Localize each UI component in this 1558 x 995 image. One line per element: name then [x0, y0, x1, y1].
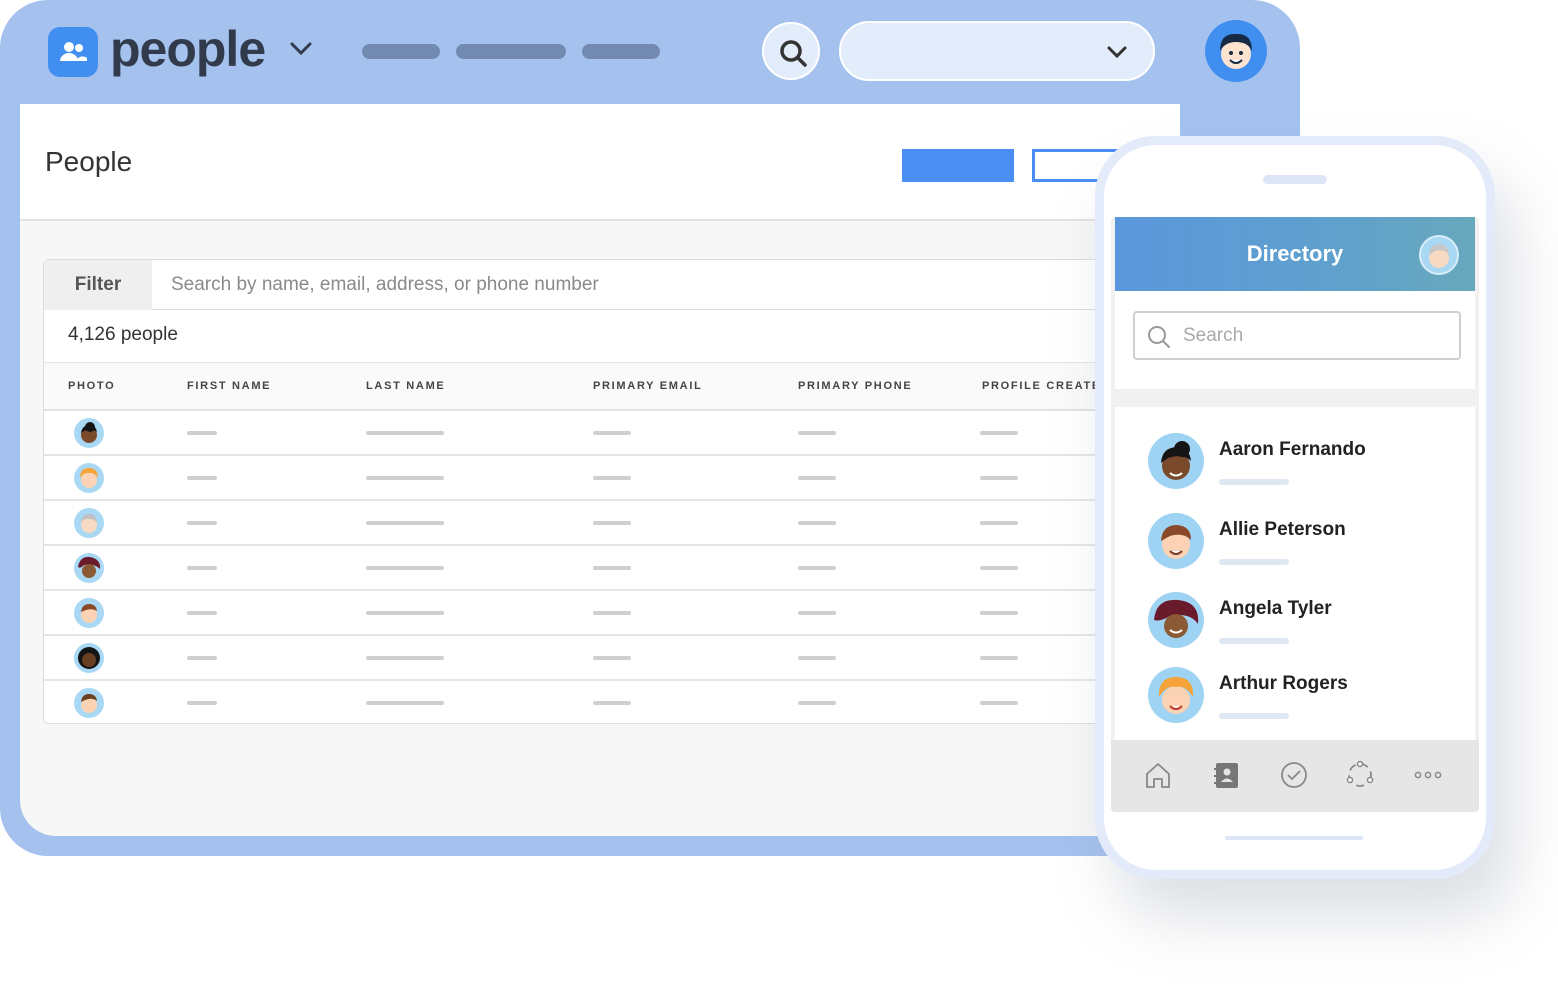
table-header: PHOTO FIRST NAME LAST NAME PRIMARY EMAIL…: [44, 362, 1154, 411]
contact-detail-placeholder: [1219, 638, 1289, 644]
avatar: [74, 508, 104, 538]
home-icon[interactable]: [1143, 760, 1173, 790]
app-name[interactable]: people: [110, 20, 266, 78]
avatar: [74, 553, 104, 583]
contact-name: Allie Peterson: [1219, 519, 1346, 540]
groups-icon[interactable]: [1345, 760, 1375, 790]
avatar: [74, 418, 104, 448]
avatar[interactable]: [1419, 235, 1459, 275]
table-row[interactable]: [44, 410, 1154, 456]
list-item[interactable]: Allie Peterson: [1115, 513, 1475, 583]
contact-name: Arthur Rogers: [1219, 673, 1348, 694]
check-icon[interactable]: [1279, 760, 1309, 790]
phone-frame: Directory Search Aaron Fernando Allie Pe…: [1095, 136, 1495, 879]
org-select[interactable]: [839, 21, 1155, 81]
mobile-search-area: [1115, 291, 1475, 389]
phone-home-indicator: [1225, 836, 1363, 840]
column-header-first-name[interactable]: FIRST NAME: [187, 380, 271, 392]
mobile-search-input[interactable]: [1181, 321, 1445, 351]
avatar: [74, 463, 104, 493]
avatar: [74, 598, 104, 628]
search-input[interactable]: [152, 260, 1154, 310]
contact-detail-placeholder: [1219, 713, 1289, 719]
list-item[interactable]: Angela Tyler: [1115, 592, 1475, 662]
primary-action-button[interactable]: [902, 149, 1014, 182]
mobile-search-field[interactable]: [1133, 311, 1461, 360]
table-row[interactable]: [44, 680, 1154, 724]
search-button[interactable]: [762, 22, 820, 80]
more-icon[interactable]: [1413, 760, 1443, 790]
avatar: [74, 688, 104, 718]
phone-body: Directory Search Aaron Fernando Allie Pe…: [1104, 145, 1486, 870]
filter-label[interactable]: Filter: [44, 260, 153, 310]
contact-detail-placeholder: [1219, 479, 1289, 485]
main-content: People Filter 4,126 people PHOTO FIRST N…: [20, 104, 1180, 836]
column-header-last-name[interactable]: LAST NAME: [366, 380, 445, 392]
column-header-primary-email[interactable]: PRIMARY EMAIL: [593, 380, 703, 392]
nav-link-placeholder[interactable]: [362, 44, 440, 59]
user-avatar[interactable]: [1205, 20, 1267, 82]
phone-screen: Directory Search Aaron Fernando Allie Pe…: [1111, 217, 1479, 812]
chevron-down-icon[interactable]: [290, 42, 312, 61]
people-count: 4,126 people: [68, 324, 178, 345]
search-icon: [780, 40, 807, 67]
contact-name: Angela Tyler: [1219, 598, 1332, 619]
search-icon: [1148, 326, 1170, 348]
column-header-primary-phone[interactable]: PRIMARY PHONE: [798, 380, 912, 392]
table-row[interactable]: [44, 545, 1154, 591]
contact-name: Aaron Fernando: [1219, 439, 1366, 460]
avatar: [1148, 667, 1204, 723]
table-row[interactable]: [44, 590, 1154, 636]
avatar: [1148, 513, 1204, 569]
mobile-tab-bar: [1111, 740, 1479, 812]
nav-link-placeholder[interactable]: [582, 44, 660, 59]
table-row[interactable]: [44, 635, 1154, 681]
page-header: People: [20, 104, 1180, 221]
contact-list: Aaron Fernando Allie Peterson Angela Tyl…: [1115, 407, 1475, 740]
phone-speaker: [1263, 175, 1327, 184]
avatar: [1148, 433, 1204, 489]
column-header-photo[interactable]: PHOTO: [68, 380, 115, 392]
chevron-down-icon: [1107, 46, 1127, 59]
page-title: People: [45, 146, 133, 177]
nav-link-placeholder[interactable]: [456, 44, 566, 59]
table-row[interactable]: [44, 500, 1154, 546]
avatar: [74, 643, 104, 673]
people-icon[interactable]: [48, 27, 98, 77]
list-item[interactable]: Aaron Fernando: [1115, 433, 1475, 503]
directory-header: Directory: [1115, 217, 1475, 291]
avatar: [1148, 592, 1204, 648]
list-item[interactable]: Arthur Rogers: [1115, 667, 1475, 737]
contact-detail-placeholder: [1219, 559, 1289, 565]
column-header-profile-created[interactable]: PROFILE CREATE: [982, 380, 1101, 392]
people-table-panel: Filter 4,126 people PHOTO FIRST NAME LAS…: [43, 259, 1155, 724]
table-row[interactable]: [44, 455, 1154, 501]
directory-icon[interactable]: [1211, 760, 1241, 790]
top-nav: people: [0, 0, 1300, 104]
